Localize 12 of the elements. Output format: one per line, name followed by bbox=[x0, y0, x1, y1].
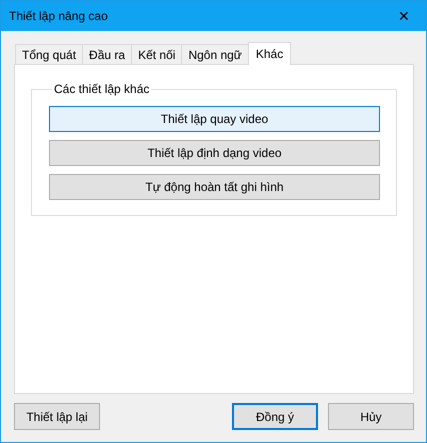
settings-button[interactable]: Thiết lập quay video bbox=[49, 106, 380, 132]
reset-button[interactable]: Thiết lập lại bbox=[14, 403, 100, 430]
dialog-button[interactable]: Hủy bbox=[328, 403, 414, 430]
tab[interactable]: Khác bbox=[248, 42, 292, 65]
settings-button[interactable]: Thiết lập định dạng video bbox=[49, 140, 380, 166]
window-title: Thiết lập nâng cao bbox=[9, 9, 109, 23]
dialog-button[interactable]: Đồng ý bbox=[232, 403, 318, 430]
tab[interactable]: Tổng quát bbox=[15, 44, 84, 64]
close-button[interactable]: ✕ bbox=[382, 1, 426, 31]
tab[interactable]: Ngôn ngữ bbox=[181, 44, 249, 64]
settings-button[interactable]: Tự động hoàn tất ghi hình bbox=[49, 174, 380, 200]
group-title: Các thiết lập khác bbox=[53, 82, 150, 96]
